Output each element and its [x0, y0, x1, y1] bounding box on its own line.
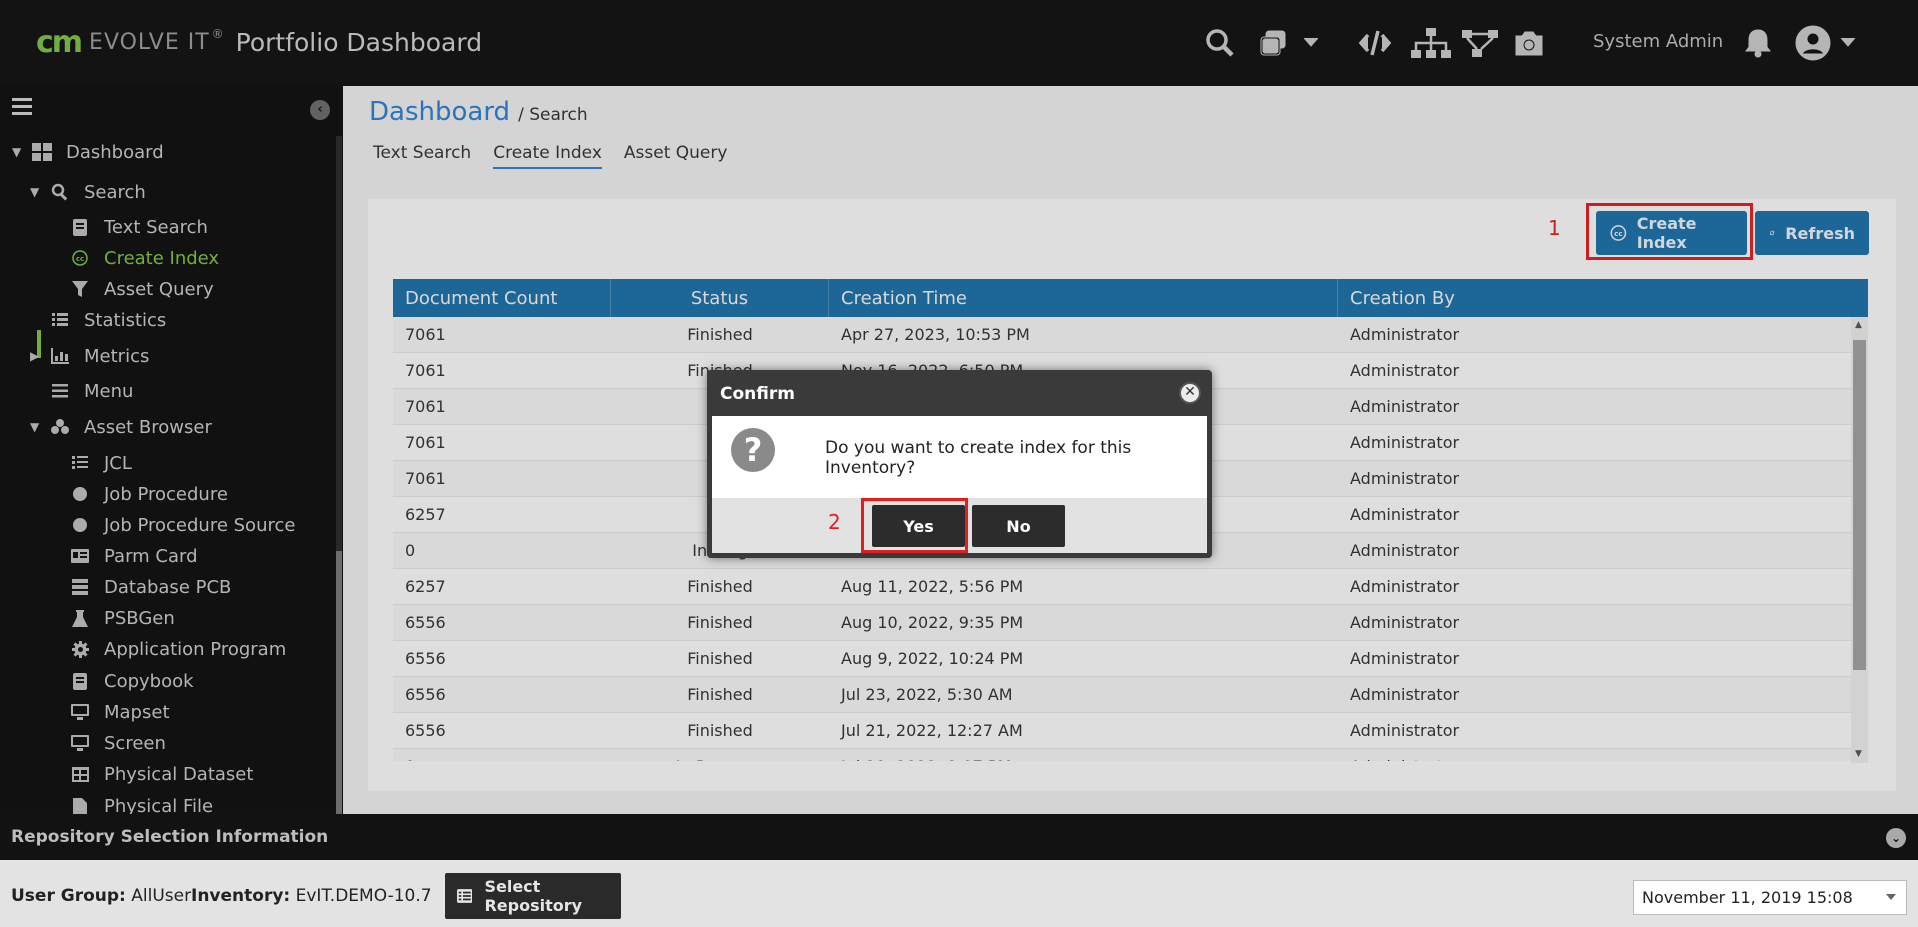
dialog-footer: 2 Yes No [712, 498, 1207, 553]
select-repository-label: Select Repository [484, 877, 583, 915]
select-repository-button[interactable]: Select Repository [445, 873, 621, 919]
inventory-info: Inventory: EvIT.DEMO-10.7 [191, 886, 432, 906]
user-group-info: User Group: AllUser [11, 886, 191, 906]
inventory-label: Inventory: [191, 886, 291, 906]
dialog-message: Do you want to create index for this Inv… [825, 438, 1132, 478]
repository-info-body: User Group: AllUser Inventory: EvIT.DEMO… [0, 860, 1918, 927]
annotation-label-2: 2 [828, 510, 841, 534]
dialog-body: ? Do you want to create index for this I… [712, 416, 1207, 498]
chevron-down-icon [1886, 894, 1896, 900]
dialog-title: Confirm [720, 384, 795, 404]
repository-info-header: Repository Selection Information ⌄ [0, 814, 1918, 860]
date-select-value: November 11, 2019 15:08 [1642, 888, 1853, 907]
user-group-label: User Group: [11, 886, 126, 906]
close-icon[interactable]: ✕ [1179, 382, 1201, 404]
repository-info-title: Repository Selection Information [11, 827, 329, 847]
confirm-dialog: Confirm ✕ ? Do you want to create index … [707, 370, 1212, 558]
yes-button[interactable]: Yes [872, 505, 965, 547]
no-button[interactable]: No [972, 505, 1065, 547]
inventory-value: EvIT.DEMO-10.7 [295, 886, 432, 906]
date-select[interactable]: November 11, 2019 15:08 [1633, 880, 1907, 915]
question-icon: ? [731, 428, 775, 472]
user-group-value: AllUser [131, 886, 192, 906]
list-icon [457, 889, 473, 903]
chevron-down-icon[interactable]: ⌄ [1886, 828, 1906, 848]
